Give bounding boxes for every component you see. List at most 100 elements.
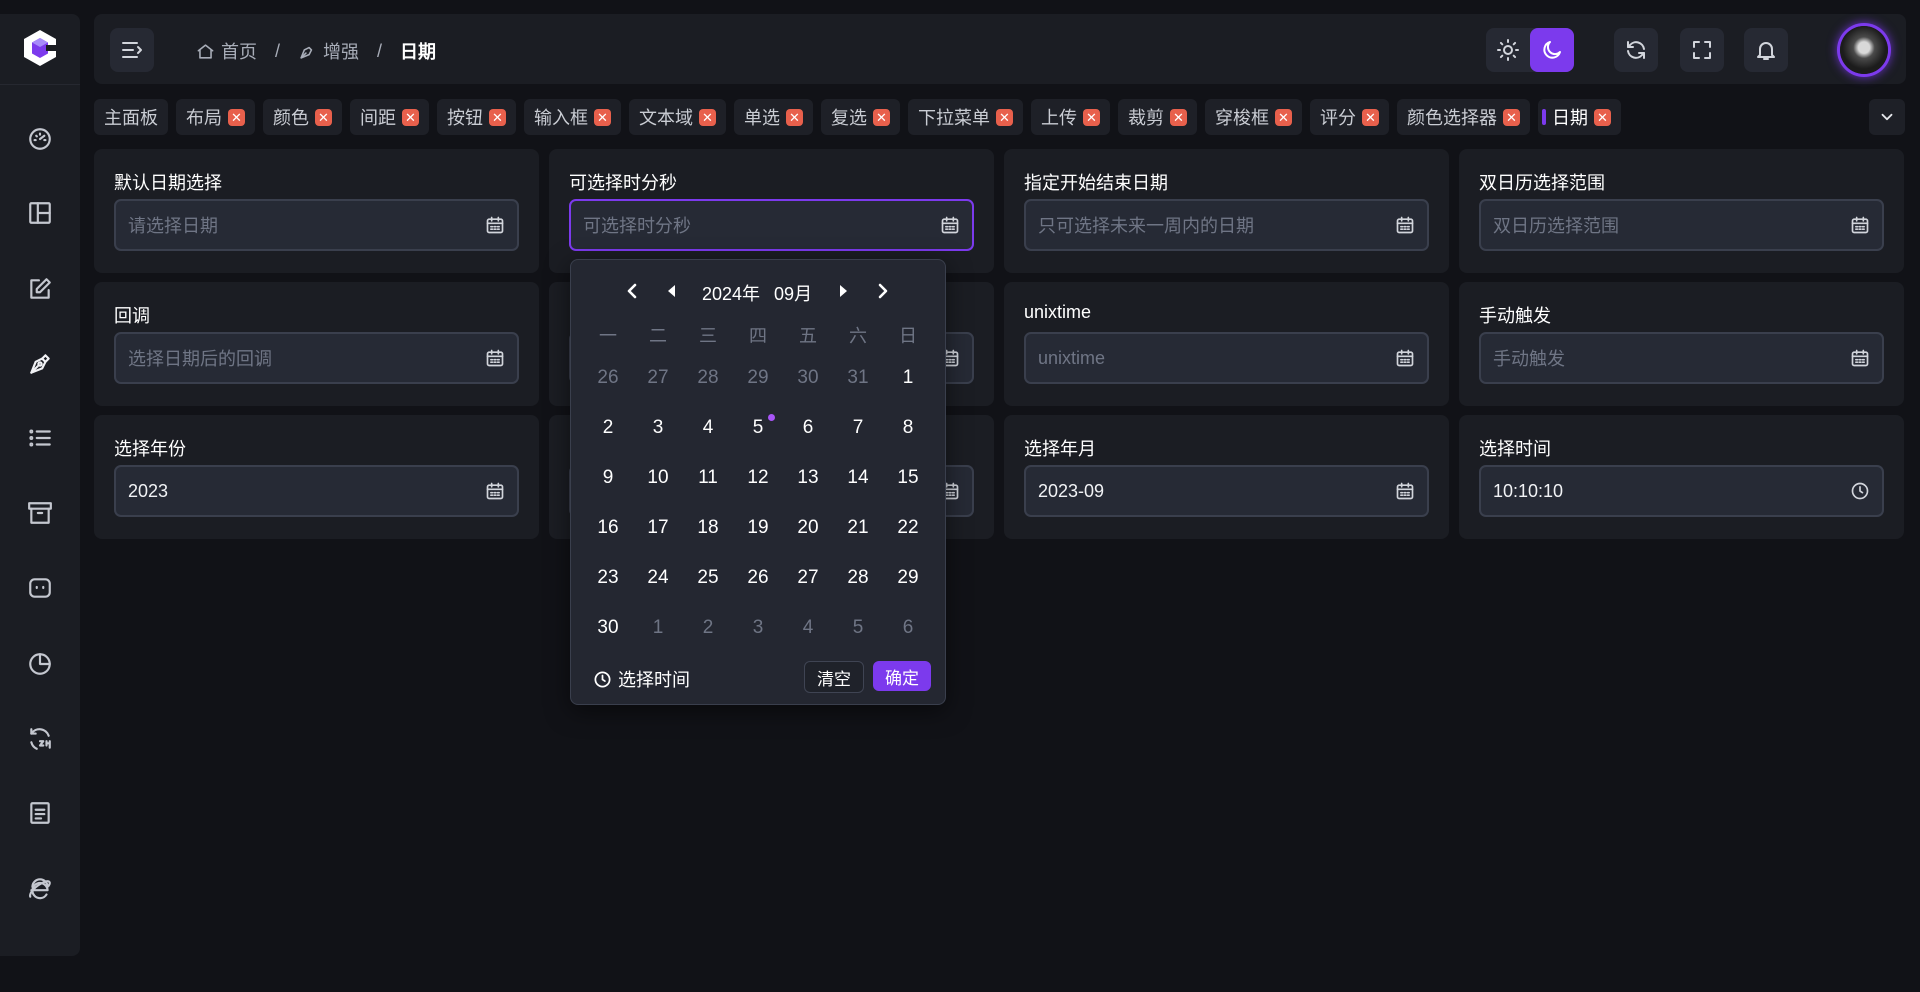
calendar-day[interactable]: 10	[638, 460, 678, 496]
year-label[interactable]: 2024年	[702, 280, 760, 306]
tab-close-icon[interactable]: ✕	[873, 108, 890, 126]
calendar-day[interactable]: 20	[788, 510, 828, 546]
fullscreen-button[interactable]	[1680, 28, 1724, 72]
next-month-button[interactable]	[830, 278, 856, 304]
date-input[interactable]: unixtime	[1024, 332, 1429, 384]
calendar-day[interactable]: 18	[688, 510, 728, 546]
dark-mode-button[interactable]	[1530, 28, 1574, 72]
internet-explorer-icon[interactable]	[26, 874, 54, 902]
clear-button[interactable]: 清空	[804, 661, 864, 693]
calendar-day[interactable]: 9	[588, 460, 628, 496]
calendar-day[interactable]: 27	[638, 360, 678, 396]
light-mode-button[interactable]	[1486, 28, 1530, 72]
calendar-day[interactable]: 29	[888, 560, 928, 596]
tab-close-icon[interactable]: ✕	[786, 108, 803, 126]
calendar-day[interactable]: 26	[588, 360, 628, 396]
next-year-button[interactable]	[870, 278, 896, 304]
tab-close-icon[interactable]: ✕	[1083, 108, 1100, 126]
tab-item[interactable]: 复选 ✕	[821, 99, 900, 135]
date-input[interactable]: 2023	[114, 465, 519, 517]
calendar-day[interactable]: 3	[638, 410, 678, 446]
tab-close-icon[interactable]: ✕	[996, 108, 1013, 126]
calendar-day[interactable]: 25	[688, 560, 728, 596]
calendar-day[interactable]: 12	[738, 460, 778, 496]
calendar-day[interactable]: 28	[688, 360, 728, 396]
date-input[interactable]: 只可选择未来一周内的日期	[1024, 199, 1429, 251]
calendar-day[interactable]: 3	[738, 610, 778, 646]
tab-item[interactable]: 裁剪 ✕	[1118, 99, 1197, 135]
layout-icon[interactable]	[26, 199, 54, 227]
tab-close-icon[interactable]: ✕	[1170, 108, 1187, 126]
select-time-button[interactable]: 选择时间	[593, 666, 690, 692]
calendar-day[interactable]: 24	[638, 560, 678, 596]
calendar-day[interactable]: 16	[588, 510, 628, 546]
tab-close-icon[interactable]: ✕	[699, 108, 716, 126]
dashboard-icon[interactable]	[26, 125, 54, 153]
tab-item[interactable]: 文本域 ✕	[629, 99, 726, 135]
tab-item[interactable]: 输入框 ✕	[524, 99, 621, 135]
list-icon[interactable]	[26, 424, 54, 452]
month-label[interactable]: 09月	[774, 280, 812, 306]
calendar-day[interactable]: 7	[838, 410, 878, 446]
pen-nib-icon[interactable]	[26, 350, 54, 378]
avatar[interactable]	[1840, 26, 1888, 74]
history-24h-icon[interactable]	[26, 725, 54, 753]
calendar-day[interactable]: 22	[888, 510, 928, 546]
date-input[interactable]: 选择日期后的回调	[114, 332, 519, 384]
calendar-day[interactable]: 5	[838, 610, 878, 646]
tab-close-icon[interactable]: ✕	[489, 108, 506, 126]
tab-item[interactable]: 单选 ✕	[734, 99, 813, 135]
pie-chart-icon[interactable]	[26, 650, 54, 678]
tab-close-icon[interactable]: ✕	[402, 108, 419, 126]
date-input[interactable]: 手动触发	[1479, 332, 1884, 384]
tab-item[interactable]: 间距 ✕	[350, 99, 429, 135]
calendar-day[interactable]: 14	[838, 460, 878, 496]
calendar-day[interactable]: 19	[738, 510, 778, 546]
calendar-day[interactable]: 30	[788, 360, 828, 396]
tab-close-icon[interactable]: ✕	[228, 108, 245, 126]
date-input[interactable]: 10:10:10	[1479, 465, 1884, 517]
calendar-day[interactable]: 26	[738, 560, 778, 596]
calendar-day[interactable]: 21	[838, 510, 878, 546]
chat-bot-icon[interactable]	[26, 574, 54, 602]
tab-close-icon[interactable]: ✕	[1362, 108, 1379, 126]
edit-icon[interactable]	[26, 275, 54, 303]
date-input[interactable]: 双日历选择范围	[1479, 199, 1884, 251]
tab-item[interactable]: 主面板	[94, 99, 168, 135]
collapse-menu-button[interactable]	[110, 28, 154, 72]
tab-item[interactable]: 日期 ✕	[1538, 99, 1621, 135]
document-icon[interactable]	[26, 799, 54, 827]
prev-year-button[interactable]	[619, 278, 645, 304]
calendar-day[interactable]: 1	[638, 610, 678, 646]
tab-item[interactable]: 颜色选择器 ✕	[1397, 99, 1530, 135]
tab-item[interactable]: 穿梭框 ✕	[1205, 99, 1302, 135]
calendar-day[interactable]: 2	[688, 610, 728, 646]
calendar-day[interactable]: 17	[638, 510, 678, 546]
notifications-button[interactable]	[1744, 28, 1788, 72]
calendar-day[interactable]: 27	[788, 560, 828, 596]
breadcrumb-enhance[interactable]: 增强	[298, 38, 359, 64]
breadcrumb-home[interactable]: 首页	[196, 38, 257, 64]
calendar-day[interactable]: 23	[588, 560, 628, 596]
tab-item[interactable]: 布局 ✕	[176, 99, 255, 135]
calendar-day[interactable]: 6	[888, 610, 928, 646]
tab-close-icon[interactable]: ✕	[1594, 108, 1611, 126]
tab-close-icon[interactable]: ✕	[594, 108, 611, 126]
calendar-day[interactable]: 13	[788, 460, 828, 496]
tabs-dropdown-button[interactable]	[1869, 99, 1905, 135]
date-input[interactable]: 2023-09	[1024, 465, 1429, 517]
calendar-day[interactable]: 6	[788, 410, 828, 446]
calendar-day[interactable]: 4	[788, 610, 828, 646]
app-logo[interactable]	[20, 28, 60, 68]
tab-close-icon[interactable]: ✕	[1503, 108, 1520, 126]
calendar-day[interactable]: 8	[888, 410, 928, 446]
calendar-day[interactable]: 31	[838, 360, 878, 396]
calendar-day[interactable]: 1	[888, 360, 928, 396]
calendar-day[interactable]: 30	[588, 610, 628, 646]
date-input[interactable]: 可选择时分秒	[569, 199, 974, 251]
calendar-day[interactable]: 29	[738, 360, 778, 396]
tab-item[interactable]: 按钮 ✕	[437, 99, 516, 135]
refresh-button[interactable]	[1614, 28, 1658, 72]
prev-month-button[interactable]	[659, 278, 685, 304]
date-input[interactable]: 请选择日期	[114, 199, 519, 251]
